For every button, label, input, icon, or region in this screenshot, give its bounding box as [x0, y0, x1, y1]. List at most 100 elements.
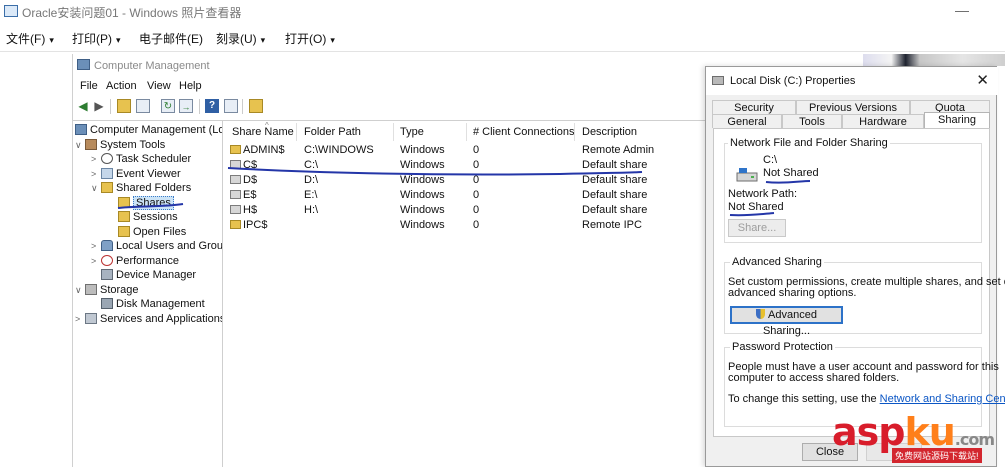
share-icon	[230, 220, 241, 229]
tab-sharing[interactable]: Sharing	[924, 112, 990, 128]
share-button[interactable]: Share...	[728, 219, 786, 237]
column-header-type[interactable]: Type	[400, 123, 424, 141]
sort-caret-icon: ^	[265, 121, 269, 130]
computer-management-window: Computer Management File Action View Hel…	[72, 54, 713, 467]
tree-item-services-and-applications[interactable]: > Services and Applications	[75, 312, 222, 326]
tree-item-event-viewer[interactable]: > Event Viewer	[91, 167, 181, 181]
menu-email[interactable]: 电子邮件(E)	[139, 30, 203, 47]
network-sharing-center-link[interactable]: Network and Sharing Center	[880, 393, 1005, 405]
menu-print[interactable]: 打印(P) ▾	[72, 30, 121, 47]
tree-item-computer-management[interactable]: Computer Management (Local	[75, 123, 222, 137]
tree-item-shares[interactable]: Shares	[118, 196, 174, 210]
share-icon	[230, 145, 241, 154]
chevron-down-icon[interactable]: ∨	[75, 283, 85, 297]
cm-menu-action[interactable]: Action	[106, 80, 137, 92]
column-separator[interactable]	[466, 123, 467, 141]
tree-item-storage[interactable]: ∨ Storage	[75, 283, 139, 297]
cm-menu-view[interactable]: View	[147, 80, 171, 92]
tab-hardware[interactable]: Hardware	[842, 114, 924, 128]
tree-item-system-tools[interactable]: ∨ System Tools	[75, 138, 165, 152]
type-cell: Windows	[400, 159, 445, 171]
menu-burn[interactable]: 刻录(U) ▾	[216, 30, 265, 47]
view-icon[interactable]	[224, 99, 238, 113]
table-row[interactable]: ADMIN$ C:\WINDOWS Windows 0 Remote Admin	[226, 143, 713, 158]
chevron-right-icon[interactable]: >	[91, 152, 101, 166]
photo-viewer-icon	[4, 5, 18, 17]
tree-item-sessions[interactable]: Sessions	[118, 210, 178, 224]
column-header-description[interactable]: Description	[582, 123, 637, 141]
client-connections-cell: 0	[473, 159, 480, 171]
tab-previous-versions[interactable]: Previous Versions	[796, 100, 910, 114]
tab-general[interactable]: General	[712, 114, 782, 128]
network-share-icon	[230, 190, 241, 199]
chevron-down-icon[interactable]: ∨	[91, 181, 101, 195]
column-header-client-connections[interactable]: # Client Connections	[473, 123, 575, 141]
show-hide-tree-icon[interactable]	[136, 99, 150, 113]
column-header-share-name[interactable]: ^ Share Name	[232, 121, 294, 141]
tree-item-local-users-and-groups[interactable]: > Local Users and Groups	[91, 239, 222, 253]
advanced-sharing-button[interactable]: Advanced Sharing...	[730, 306, 843, 337]
table-row[interactable]: E$ E:\ Windows 0 Default share	[226, 188, 713, 203]
tree-item-shared-folders[interactable]: ∨ Shared Folders	[91, 181, 191, 195]
password-change-text: To change this setting, use the Network …	[728, 393, 1005, 405]
cm-title: Computer Management	[94, 60, 210, 72]
tab-security[interactable]: Security	[712, 100, 796, 114]
folder-path-cell: C:\WINDOWS	[304, 144, 374, 156]
watermark-caption: 免费网站源码下载站!	[892, 448, 982, 463]
network-share-icon	[230, 175, 241, 184]
watermark: aspku.com 免费网站源码下载站!	[832, 410, 995, 463]
tree-item-device-manager[interactable]: Device Manager	[101, 268, 196, 282]
back-arrow-icon[interactable]: ◀	[76, 99, 90, 113]
chevron-down-icon: ▾	[116, 35, 121, 45]
table-row[interactable]: C$ C:\ Windows 0 Default share	[226, 158, 713, 173]
column-separator[interactable]	[574, 123, 575, 141]
column-separator[interactable]	[393, 123, 394, 141]
tab-tools[interactable]: Tools	[782, 114, 842, 128]
tree-item-disk-management[interactable]: Disk Management	[101, 297, 205, 311]
tree-item-performance[interactable]: > Performance	[91, 254, 179, 268]
menu-open[interactable]: 打开(O) ▾	[285, 30, 335, 47]
advanced-sharing-group: Set custom permissions, create multiple …	[724, 262, 1005, 337]
chevron-right-icon[interactable]: >	[91, 239, 101, 253]
help-icon[interactable]: ?	[205, 99, 219, 113]
chevron-right-icon[interactable]: >	[91, 254, 101, 268]
menu-file[interactable]: 文件(F) ▾	[6, 30, 54, 47]
uac-shield-icon	[756, 309, 766, 319]
toolbar-separator	[199, 99, 200, 114]
chevron-right-icon[interactable]: >	[75, 312, 85, 326]
refresh-icon[interactable]: ↻	[161, 99, 175, 113]
shared-folder-icon[interactable]	[249, 99, 263, 113]
chevron-right-icon[interactable]: >	[91, 167, 101, 181]
cm-titlebar: Computer Management	[73, 54, 713, 78]
share-icon	[118, 197, 130, 208]
export-list-icon[interactable]: →	[179, 99, 193, 113]
close-icon[interactable]: ✕	[976, 71, 989, 89]
password-protection-group-label: Password Protection	[730, 341, 835, 353]
tree-item-task-scheduler[interactable]: > Task Scheduler	[91, 152, 191, 166]
description-cell: Remote Admin	[582, 144, 655, 156]
share-name-cell: H$	[230, 203, 257, 218]
cm-menu-file[interactable]: File	[80, 80, 98, 92]
minimize-button[interactable]: —	[955, 2, 969, 18]
description-cell: Default share	[582, 204, 648, 216]
advanced-sharing-group-label: Advanced Sharing	[730, 256, 824, 268]
shares-list: ^ Share Name Folder Path Type # Client Co…	[226, 121, 713, 467]
chevron-down-icon[interactable]: ∨	[75, 138, 85, 152]
cm-menu-help[interactable]: Help	[179, 80, 202, 92]
password-desc-2: computer to access shared folders.	[728, 372, 900, 384]
chevron-down-icon: ▾	[260, 35, 266, 45]
table-row[interactable]: IPC$ Windows 0 Remote IPC	[226, 218, 713, 233]
tree-item-open-files[interactable]: Open Files	[118, 225, 186, 239]
table-row[interactable]: H$ H:\ Windows 0 Default share	[226, 203, 713, 218]
type-cell: Windows	[400, 189, 445, 201]
type-cell: Windows	[400, 219, 445, 231]
table-row[interactable]: D$ D:\ Windows 0 Default share	[226, 173, 713, 188]
folder-path-cell: C:\	[304, 159, 319, 171]
background-window-strip	[863, 54, 1005, 66]
forward-arrow-icon[interactable]: ▶	[92, 99, 106, 113]
share-status: Not Shared	[763, 167, 819, 179]
column-separator[interactable]	[296, 123, 297, 141]
up-folder-icon[interactable]	[117, 99, 131, 113]
column-header-folder-path[interactable]: Folder Path	[304, 123, 361, 141]
toolbar-separator	[110, 99, 111, 114]
